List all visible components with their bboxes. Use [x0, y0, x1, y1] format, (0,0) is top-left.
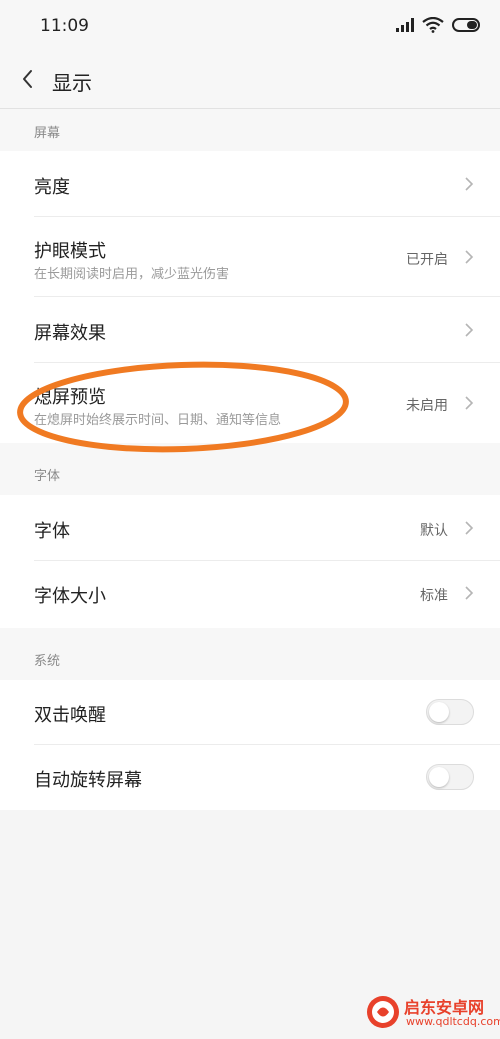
chevron-right-icon	[465, 323, 474, 337]
setting-value: 未启用	[406, 398, 448, 414]
status-bar: 11:09	[0, 0, 500, 50]
chevron-right-icon	[465, 250, 474, 264]
setting-double-tap-wake: 双击唤醒	[0, 680, 500, 745]
page-title: 显示	[52, 71, 92, 95]
chevron-right-icon	[465, 396, 474, 410]
setting-auto-rotate: 自动旋转屏幕	[0, 745, 500, 810]
chevron-right-icon	[465, 586, 474, 600]
wifi-icon	[422, 17, 444, 33]
setting-title: 双击唤醒	[34, 705, 106, 726]
watermark-logo-icon	[367, 996, 399, 1028]
setting-title: 熄屏预览	[34, 387, 106, 408]
setting-font[interactable]: 字体 默认	[0, 495, 500, 561]
screen-settings-group: 亮度 护眼模式 在长期阅读时启用，减少蓝光伤害 已开启 屏幕效果 熄屏预览 在熄…	[0, 151, 500, 443]
setting-title: 字体	[34, 521, 70, 542]
setting-title: 护眼模式	[34, 241, 106, 262]
setting-value: 已开启	[406, 252, 448, 268]
setting-title: 亮度	[34, 177, 70, 198]
watermark-url: www.qdltcdq.com	[406, 1015, 500, 1028]
setting-aod-preview[interactable]: 熄屏预览 在熄屏时始终展示时间、日期、通知等信息 未启用	[0, 363, 500, 443]
setting-title: 屏幕效果	[34, 323, 106, 344]
signal-icon	[396, 18, 414, 32]
section-label-screen: 屏幕	[34, 126, 61, 141]
setting-value: 标准	[420, 588, 448, 604]
chevron-right-icon	[465, 521, 474, 535]
nav-bar: 显示	[0, 50, 500, 109]
setting-value: 默认	[420, 523, 448, 539]
double-tap-wake-toggle[interactable]	[426, 699, 474, 725]
chevron-right-icon	[465, 177, 474, 191]
setting-screen-effect[interactable]: 屏幕效果	[0, 297, 500, 363]
watermark: 启东安卓网 www.qdltcdq.com	[366, 993, 500, 1033]
setting-font-size[interactable]: 字体大小 标准	[0, 561, 500, 628]
section-label-system: 系统	[34, 654, 61, 669]
section-header-screen: 屏幕	[0, 109, 500, 151]
system-settings-group: 双击唤醒 自动旋转屏幕	[0, 680, 500, 810]
back-arrow-icon[interactable]	[16, 66, 42, 92]
setting-subtitle: 在长期阅读时启用，减少蓝光伤害	[34, 267, 230, 282]
status-time: 11:09	[40, 16, 89, 36]
setting-brightness[interactable]: 亮度	[0, 151, 500, 217]
status-icons	[396, 14, 480, 36]
auto-rotate-toggle[interactable]	[426, 764, 474, 790]
section-header-font: 字体	[0, 443, 500, 495]
section-label-font: 字体	[34, 469, 61, 484]
battery-icon	[452, 18, 480, 32]
toggle-knob	[429, 767, 449, 787]
setting-title: 自动旋转屏幕	[34, 770, 142, 791]
setting-title: 字体大小	[34, 586, 106, 607]
toggle-knob	[429, 702, 449, 722]
font-settings-group: 字体 默认 字体大小 标准	[0, 495, 500, 628]
setting-eye-protection[interactable]: 护眼模式 在长期阅读时启用，减少蓝光伤害 已开启	[0, 217, 500, 297]
setting-subtitle: 在熄屏时始终展示时间、日期、通知等信息	[34, 413, 282, 428]
section-header-system: 系统	[0, 628, 500, 680]
